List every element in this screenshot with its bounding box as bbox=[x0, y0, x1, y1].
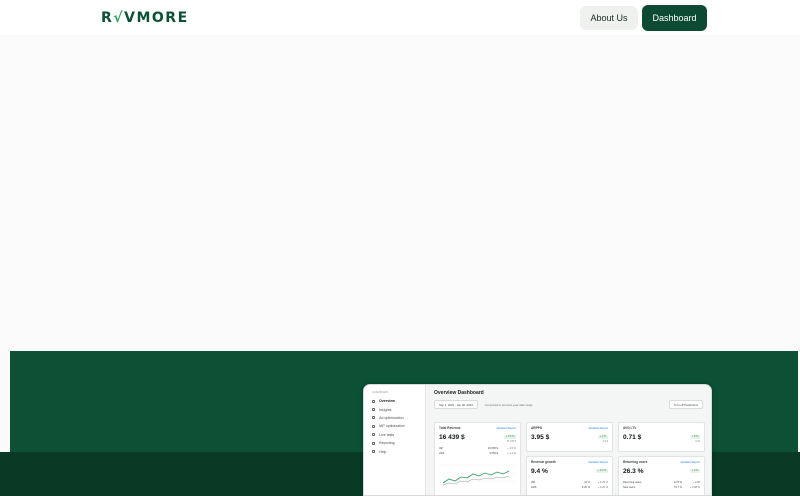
change-badge: + 8 % bbox=[690, 435, 700, 439]
revenue-sparkline bbox=[439, 464, 517, 485]
cart-icon bbox=[372, 424, 375, 428]
row-delta: + 0.98 bbox=[692, 481, 700, 484]
metric-row: ADS 3 053 $ + 1.1 % bbox=[439, 452, 516, 455]
metric-row: IAP 11 % + 0.25 % bbox=[531, 481, 608, 484]
revmore-logo[interactable]: R√VMORE bbox=[101, 10, 189, 26]
change-badge: + 0.2 % bbox=[596, 469, 608, 473]
dashboard-sidebar: DASHBOARD Overview Insights Ad optimizat… bbox=[364, 385, 426, 495]
sidebar-item-iap-optimization[interactable]: IAP optimization bbox=[372, 422, 425, 430]
compare-text: Compared to previous year date range bbox=[484, 402, 533, 407]
change-badge: + 2 % bbox=[690, 469, 700, 473]
detailed-report-link[interactable]: Detailed Report bbox=[589, 426, 608, 430]
sidebar-item-reporting[interactable]: Reporting bbox=[372, 439, 425, 447]
date-range-picker[interactable]: Sep 1, 2022 - Jan 30, 2023 bbox=[434, 400, 478, 409]
change-badge: + 2.5 % bbox=[504, 435, 516, 439]
sidebar-heading: DASHBOARD bbox=[372, 391, 389, 394]
sidebar-item-insights[interactable]: Insights bbox=[372, 405, 425, 413]
row-name: IAP bbox=[439, 447, 444, 450]
card-value: 0.71 $ bbox=[623, 434, 642, 441]
sidebar-item-label: IAP optimization bbox=[379, 424, 405, 429]
dashboard-main: Overview Dashboard Sep 1, 2022 - Jan 30,… bbox=[426, 385, 711, 495]
sidebar-item-live-tests[interactable]: Live tests bbox=[372, 431, 425, 439]
row-name: ADS bbox=[531, 485, 537, 489]
revenue-growth-card: Revenue growth Detailed Report 9.4 % + 0… bbox=[526, 456, 613, 495]
row-value: 73.7 % bbox=[673, 485, 682, 489]
previous-value: 0.65 bbox=[695, 440, 700, 443]
total-revenue-card: Total Revenue Detailed Report 16 439 $ +… bbox=[434, 422, 521, 495]
hero-section bbox=[0, 35, 800, 351]
dashboard-title: Overview Dashboard bbox=[434, 390, 484, 396]
sidebar-item-label: Help bbox=[379, 449, 387, 454]
row-name: ADS bbox=[439, 451, 445, 455]
avg-ltv-card: AVG LTV 0.71 $ + 8 % 0.65 bbox=[618, 422, 705, 452]
row-delta: + 0.25 % bbox=[597, 485, 608, 489]
check-mark-icon: √ bbox=[113, 10, 125, 26]
target-icon bbox=[372, 416, 375, 420]
row-value: 16 065 $ bbox=[487, 447, 498, 450]
row-name: Recurring users bbox=[623, 481, 642, 484]
arppu-card: ARPPU Detailed Report 3.95 $ + 4 % 3.8 $ bbox=[526, 422, 613, 452]
row-delta: + 1.5 % bbox=[507, 447, 516, 450]
dashboard-preview: DASHBOARD Overview Insights Ad optimizat… bbox=[363, 384, 712, 496]
detailed-report-link[interactable]: Detailed Report bbox=[681, 460, 700, 464]
row-value: 3 053 $ bbox=[489, 451, 498, 455]
previous-value: 15 235 $ bbox=[506, 440, 516, 443]
sidebar-item-label: Overview bbox=[379, 399, 395, 404]
row-delta: + 1.1 % bbox=[507, 451, 516, 455]
row-delta: + 0.25 % bbox=[597, 481, 608, 484]
sidebar-item-label: Reporting bbox=[379, 441, 395, 446]
card-label: AVG LTV bbox=[623, 426, 637, 430]
sidebar-item-overview[interactable]: Overview bbox=[372, 397, 425, 405]
sidebar-item-label: Insights bbox=[379, 407, 392, 412]
about-us-button[interactable]: About Us bbox=[580, 6, 638, 30]
metric-row: Recurring users 12.5 % + 0.98 bbox=[623, 481, 700, 484]
top-nav-bar: R√VMORE About Us Dashboard bbox=[0, 0, 800, 35]
chart-icon bbox=[372, 408, 375, 412]
metric-row: IAP 16 065 $ + 1.5 % bbox=[439, 447, 516, 450]
row-value: 12.5 % bbox=[673, 481, 682, 484]
row-name: New users bbox=[623, 485, 636, 489]
dashboard-button[interactable]: Dashboard bbox=[642, 5, 707, 31]
flask-icon bbox=[372, 433, 375, 437]
row-delta: + 0.98 % bbox=[689, 485, 700, 489]
grid-icon bbox=[372, 399, 375, 403]
returning-users-card: Returning users Detailed Report 26.3 % +… bbox=[618, 456, 705, 495]
previous-value: 3.8 $ bbox=[602, 440, 608, 443]
sidebar-item-label: Live tests bbox=[379, 432, 395, 437]
change-badge: + 4 % bbox=[598, 435, 608, 439]
sidebar-item-help[interactable]: Help bbox=[372, 447, 425, 455]
sidebar-item-ad-optimization[interactable]: Ad optimization bbox=[372, 414, 425, 422]
sidebar-item-label: Ad optimization bbox=[379, 415, 404, 420]
metric-row: New users 73.7 % + 0.98 % bbox=[623, 486, 700, 489]
dashboard-toolbar: Sep 1, 2022 - Jan 30, 2023 Compared to p… bbox=[434, 400, 703, 409]
row-value: 5.25 % bbox=[581, 485, 590, 489]
detailed-report-link[interactable]: Detailed Report bbox=[497, 426, 516, 430]
card-value: 3.95 $ bbox=[531, 434, 550, 441]
turn-off-predictions-button[interactable]: Turn off Predictions bbox=[668, 400, 703, 409]
card-value: 26.3 % bbox=[623, 468, 644, 475]
help-icon bbox=[372, 450, 375, 454]
metric-row: ADS 5.25 % + 0.25 % bbox=[531, 486, 608, 489]
report-icon bbox=[372, 441, 375, 445]
row-name: IAP bbox=[531, 481, 536, 484]
detailed-report-link[interactable]: Detailed Report bbox=[589, 460, 608, 464]
